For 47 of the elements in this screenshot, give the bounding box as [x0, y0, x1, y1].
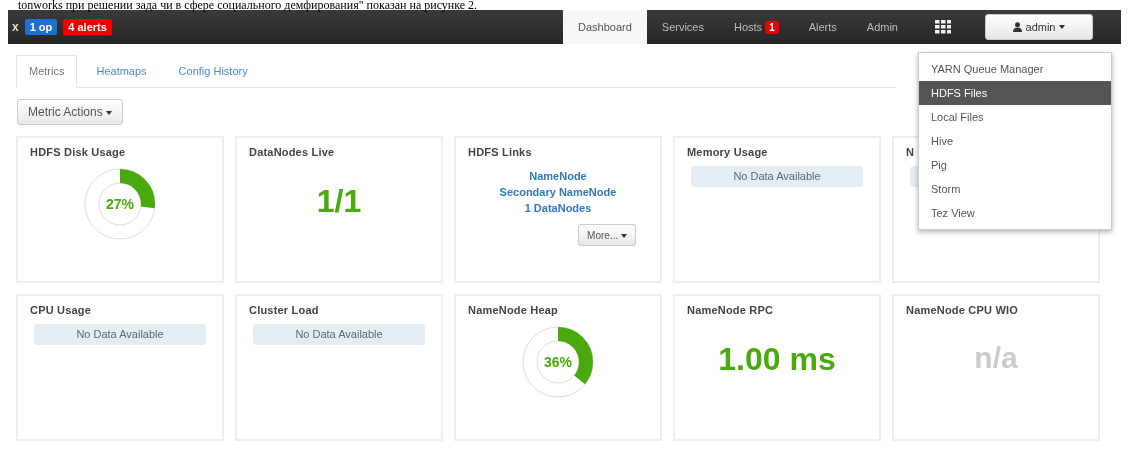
nav-tab[interactable]: Services	[646, 10, 719, 44]
metric-actions-button[interactable]: Metric Actions	[17, 99, 124, 125]
widget-title: DataNodes Live	[249, 146, 336, 158]
sub-tab[interactable]: Metrics	[16, 55, 78, 88]
hdfs-link[interactable]: NameNode	[529, 170, 587, 182]
alerts-badge[interactable]: 4 alerts	[63, 19, 112, 35]
widget-title: Memory Usage	[687, 146, 769, 158]
menu-item[interactable]: Tez View	[919, 201, 1111, 225]
sub-tab[interactable]: Heatmaps	[83, 55, 160, 87]
nav-tab[interactable]: Dashboard	[563, 10, 647, 44]
nav-tab[interactable]: Hosts	[734, 21, 763, 33]
no-data-label: No Data Available	[691, 166, 863, 187]
logo-text: x	[12, 20, 19, 34]
document-text: tonworks при решении зада чи в сфере социального демфирования" показан на рисунке 2.	[17, 0, 479, 10]
percentage-value: 36%	[543, 354, 573, 370]
metric-value: 1/1	[315, 183, 363, 220]
no-data-label: No Data Available	[253, 324, 425, 345]
hdfs-link[interactable]: Secondary NameNode	[499, 186, 617, 198]
count-badge: 1	[765, 20, 779, 34]
widget-title: NameNode CPU WIO	[906, 304, 1019, 316]
user-icon	[1012, 22, 1022, 32]
hdfs-link[interactable]: 1 DataNodes	[524, 202, 592, 214]
usage-donut-chart	[84, 168, 156, 240]
no-data-label: No Data Available	[34, 324, 206, 345]
nav-tab[interactable]: Admin	[851, 10, 913, 44]
percentage-value: 27%	[105, 196, 135, 212]
widget-title: NameNode Heap	[468, 304, 559, 316]
menu-item[interactable]: Hive	[919, 129, 1111, 153]
nav-tab[interactable]: Alerts	[793, 10, 852, 44]
more-button[interactable]: More...	[578, 224, 636, 246]
operations-badge[interactable]: 1 op	[24, 19, 58, 35]
views-grid-icon[interactable]	[935, 20, 951, 34]
menu-item[interactable]: Local Files	[919, 105, 1111, 129]
menu-item[interactable]: YARN Queue Manager	[919, 57, 1111, 81]
widget-title: NameNode RPC	[687, 304, 775, 316]
menu-item[interactable]: HDFS Files	[919, 81, 1111, 105]
widget-title: Cluster Load	[249, 304, 320, 316]
widget-title: CPU Usage	[30, 304, 93, 316]
widget-title: HDFS Links	[468, 146, 533, 158]
sub-tab[interactable]: Config History	[165, 55, 261, 87]
usage-donut-chart	[522, 326, 594, 398]
user-menu-button[interactable]: admin	[985, 14, 1093, 40]
menu-item[interactable]: Storm	[919, 177, 1111, 201]
metric-value: 1.00 ms	[717, 341, 837, 378]
widget-title: HDFS Disk Usage	[30, 146, 127, 158]
menu-item[interactable]: Pig	[919, 153, 1111, 177]
widget-title: N	[906, 146, 916, 158]
